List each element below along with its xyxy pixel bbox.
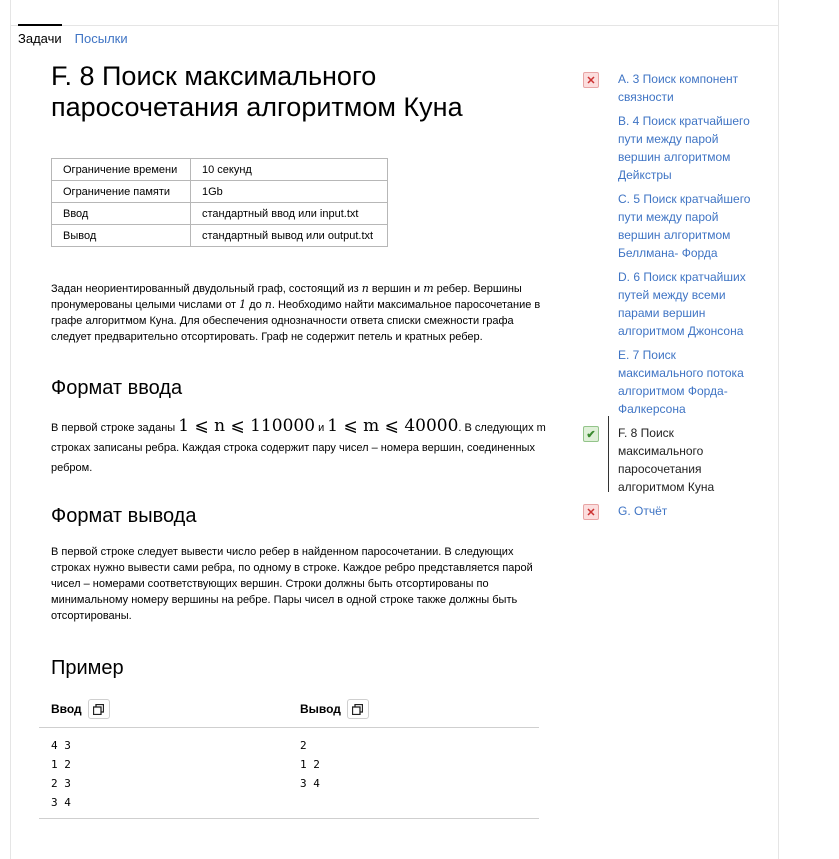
problem-legend: Задан неориентированный двудольный граф,… [51,281,546,345]
limit-label: Вывод [51,224,191,247]
sample-input-label: Ввод [51,702,82,716]
fail-status-icon: ✕ [583,72,599,88]
copy-input-button[interactable] [87,699,110,719]
limit-value: 1Gb [190,180,388,203]
sidebar-item-label[interactable]: E. 7 Поиск максимального потока алгоритм… [618,346,758,418]
tab-problems[interactable]: Задачи [18,24,62,50]
sidebar-item-label[interactable]: B. 4 Поиск кратчайшего пути между парой … [618,112,758,184]
legend-text: Задан неориентированный двудольный граф,… [51,283,362,295]
input-format-text-part: и [315,422,328,434]
legend-var-n: n [361,282,369,295]
copy-output-button[interactable] [346,699,369,719]
legend-text: вершин и [368,283,424,295]
limit-label: Ввод [51,202,191,225]
check-status-icon: ✔ [583,426,599,442]
limit-value: 10 секунд [190,158,388,181]
sidebar-item-label[interactable]: D. 6 Поиск кратчайших путей между всеми … [618,268,758,340]
table-row: Ограничение памяти 1Gb [51,180,388,203]
legend-var-n: n [264,298,272,311]
sidebar-item-label[interactable]: A. 3 Поиск компонент связности [618,70,758,106]
fail-status-icon: ✕ [583,504,599,520]
sample-output: 2 1 2 3 4 [300,739,320,790]
sample-output-label: Вывод [300,702,341,716]
sample-input-header: Ввод [51,699,110,719]
table-row: Ввод стандартный ввод или input.txt [51,202,388,225]
table-row: Ограничение времени 10 секунд [51,158,388,181]
sidebar-item-label[interactable]: G. Отчёт [618,502,758,520]
limits-table: Ограничение времени 10 секунд Ограничени… [51,158,388,247]
output-format-text: В первой строке следует вывести число ре… [51,546,533,622]
current-item-marker [608,416,609,492]
limit-value: стандартный ввод или input.txt [190,202,388,225]
example-heading: Пример [51,657,124,679]
math-constraint-m: 1 ⩽ m ⩽ 40000 [327,416,459,436]
sidebar-item-label[interactable]: C. 5 Поиск кратчайшего пути между парой … [618,190,758,262]
input-format-text: В первой строке заданы 1 ⩽ n ⩽ 110000 и … [51,416,546,478]
math-constraint-n: 1 ⩽ n ⩽ 110000 [178,416,316,436]
limit-label: Ограничение памяти [51,180,191,203]
copy-icon [352,703,364,715]
legend-text: до [246,299,265,311]
legend-var-m: m [423,282,434,295]
sample-output-header: Вывод [300,699,369,719]
tab-submissions[interactable]: Посылки [75,24,128,50]
input-format-text-part: В первой строке заданы [51,422,179,434]
input-format-heading: Формат ввода [51,377,183,399]
tabs: Задачи Посылки [18,24,141,50]
limit-label: Ограничение времени [51,158,191,181]
sample-input: 4 3 1 2 2 3 3 4 [51,739,71,809]
sidebar-item-label[interactable]: F. 8 Поиск максимального паросочетания а… [618,424,758,496]
output-format-heading: Формат вывода [51,505,197,527]
sample-divider [39,727,539,728]
copy-icon [93,703,105,715]
limit-value: стандартный вывод или output.txt [190,224,388,247]
sample-divider [39,818,539,819]
problem-title: F. 8 Поиск максимального паросочетания а… [51,61,463,122]
table-row: Вывод стандартный вывод или output.txt [51,224,388,247]
